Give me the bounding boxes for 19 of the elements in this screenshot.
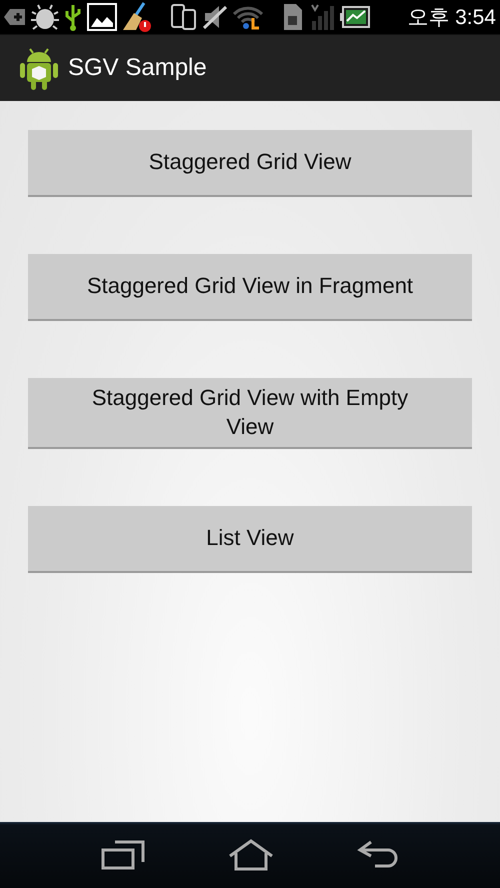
phones-icon [171,4,197,30]
home-icon[interactable] [227,839,275,871]
wifi-icon [233,4,263,30]
back-icon[interactable] [357,840,399,870]
recent-apps-icon[interactable] [101,840,145,870]
battery-icon [340,5,370,29]
menu-button[interactable]: List View [28,506,472,574]
clock-time: 오후 3:54 [407,6,496,28]
image-icon [87,3,117,31]
menu-button[interactable]: Staggered Grid View with Empty View [28,378,472,450]
plus-tag-icon [4,8,26,26]
menu-button[interactable]: Staggered Grid View [28,130,472,197]
menu-button[interactable]: Staggered Grid View in Fragment [28,254,472,321]
app-title: SGV Sample [68,53,207,83]
mute-icon [202,4,228,30]
usb-icon [64,3,82,31]
android-icon [20,46,58,90]
signal-icon [309,3,335,31]
sim-card-icon [282,3,304,31]
